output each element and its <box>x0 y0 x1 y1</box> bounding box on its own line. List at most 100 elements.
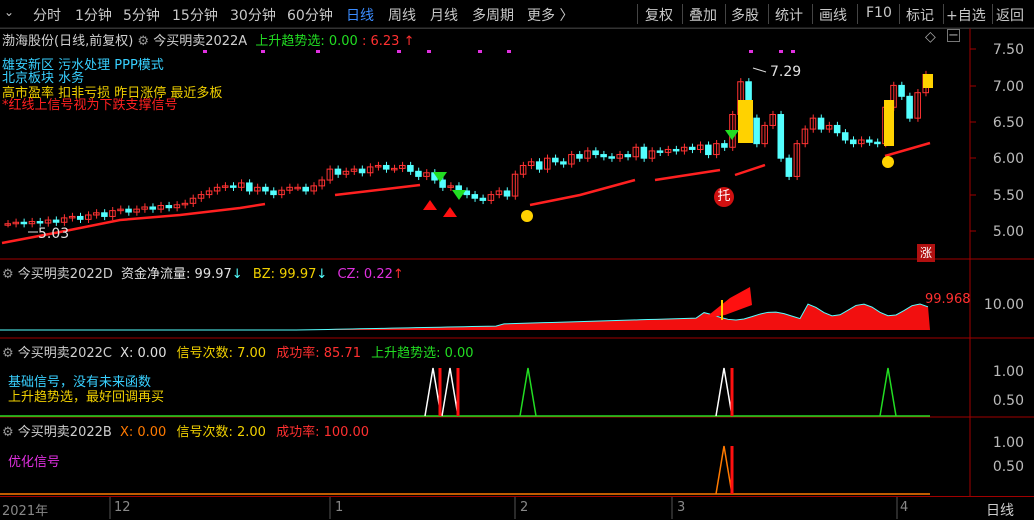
candle-body <box>874 141 881 145</box>
support-line <box>529 178 636 207</box>
candle-body <box>246 182 253 192</box>
time-label-year: 2021年 <box>2 504 49 519</box>
y-tick-700: 7.00 <box>992 79 1024 95</box>
candle-body <box>262 186 269 192</box>
panel-c-note-2: 上升趋势选，最好回调再买 <box>8 390 165 405</box>
highlight-candle <box>738 100 753 143</box>
y-tick-550: 5.50 <box>992 188 1024 204</box>
candle-body <box>101 212 108 217</box>
red-signal-triangle <box>443 207 457 217</box>
candle-body <box>849 139 857 145</box>
panel-b-y-tick-05: 0.50 <box>992 459 1024 475</box>
magenta-dot <box>779 50 783 53</box>
panel-c-trend: 上升趋势选: 0.00 <box>371 346 474 361</box>
diamond-icon[interactable]: ◇ <box>925 29 936 45</box>
low-price-marker: 5.03 <box>38 226 70 242</box>
panel-c-spike <box>441 367 459 417</box>
magenta-dot <box>478 50 482 53</box>
y-tick-650: 6.50 <box>992 115 1024 131</box>
panel-b-indicator[interactable]: 今买明卖2022B <box>18 425 112 440</box>
flow-area <box>0 304 930 330</box>
candle-body <box>503 190 511 197</box>
high-marker-arrow <box>752 67 767 73</box>
candle-body <box>20 221 28 225</box>
candle-body <box>382 164 390 170</box>
y-tick-750: 7.50 <box>992 42 1024 58</box>
candle-body <box>36 221 44 224</box>
period-button-daily[interactable]: 日线 <box>986 500 1014 520</box>
price-value: : 6.23 <box>361 34 400 49</box>
panel-c-indicator[interactable]: 今买明卖2022C <box>18 346 112 361</box>
panel-b-note: 优化信号 <box>8 455 61 470</box>
high-price-marker: 7.29 <box>770 64 802 80</box>
up-arrow-icon: ↑ <box>392 267 404 282</box>
candle-body <box>552 157 559 163</box>
yellow-signal-circle <box>521 210 533 222</box>
candle-body <box>535 161 543 170</box>
candle-body <box>817 117 825 130</box>
magenta-dot <box>791 50 795 53</box>
candle-body <box>407 164 414 172</box>
magenta-dot <box>397 50 401 53</box>
candle-body <box>866 139 873 143</box>
candle-body <box>358 168 366 174</box>
panel-d-header: ⚙ 今买明卖2022D 资金净流量: 99.97↓ BZ: 99.97↓ CZ:… <box>2 263 404 282</box>
candle-body <box>705 144 712 156</box>
down-arrow-icon: ↓ <box>231 267 243 282</box>
main-indicator-name[interactable]: 今买明卖2022A <box>153 34 247 49</box>
candle-body <box>165 205 173 209</box>
panel-d-indicator[interactable]: 今买明卖2022D <box>18 267 113 282</box>
panel-c-y-tick-1: 1.00 <box>992 364 1024 380</box>
panel-d-value-label: 99.968 <box>925 292 971 307</box>
collapse-panel-icon[interactable]: − <box>947 29 960 42</box>
flow-spike <box>705 287 752 318</box>
magenta-dot <box>316 50 320 53</box>
tuo-badge: 托 <box>714 187 734 207</box>
stock-name: 渤海股份(日线,前复权) <box>2 34 134 49</box>
zhang-badge: 涨 <box>917 244 935 262</box>
support-line <box>734 163 766 177</box>
panel-b-success: 成功率: 100.00 <box>276 425 370 440</box>
panel-b-y-tick-1: 1.00 <box>992 435 1024 451</box>
panel-d-gear-icon[interactable]: ⚙ <box>2 267 14 282</box>
concepts-line-4: *红线上信号视为下跌支撑信号 <box>2 98 178 113</box>
panel-b-gear-icon[interactable]: ⚙ <box>2 425 14 440</box>
yellow-signal-circle <box>882 156 894 168</box>
y-tick-500: 5.00 <box>992 224 1024 240</box>
settings-gear-icon[interactable]: ⚙ <box>137 34 149 49</box>
candle-body <box>52 219 60 223</box>
candle-body <box>785 157 793 177</box>
panel-c-header: ⚙ 今买明卖2022C X: 0.00 信号次数: 7.00 成功率: 85.7… <box>2 342 474 361</box>
time-label-12: 12 <box>114 500 131 515</box>
panel-d-y-tick: 10.00 <box>983 297 1024 313</box>
candle-body <box>149 206 156 210</box>
candle-body <box>672 148 680 152</box>
panel-d-bz: BZ: 99.97 <box>252 267 317 282</box>
panel-b-signals: 信号次数: 2.00 <box>176 425 266 440</box>
panel-c-gear-icon[interactable]: ⚙ <box>2 346 14 361</box>
red-signal-triangle <box>423 200 437 210</box>
candle-body <box>600 154 607 158</box>
down-arrow-icon: ↓ <box>316 267 328 282</box>
candle-body <box>560 161 567 165</box>
candle-body <box>125 208 132 213</box>
magenta-dot <box>261 50 265 53</box>
candle-body <box>624 154 632 158</box>
candle-body <box>898 84 905 97</box>
green-signal-triangle <box>725 130 739 140</box>
time-label-1: 1 <box>335 500 344 515</box>
chart-canvas <box>0 27 1034 519</box>
candle-body <box>753 117 760 145</box>
candle-body <box>777 114 785 159</box>
panel-d-cz: CZ: 0.22 <box>337 267 393 282</box>
panel-c-x: X: 0.00 <box>120 346 167 361</box>
candle-body <box>576 154 583 159</box>
time-label-2: 2 <box>520 500 529 515</box>
panel-c-success: 成功率: 85.71 <box>276 346 361 361</box>
candle-body <box>76 215 84 220</box>
candle-body <box>592 150 599 156</box>
candle-body <box>906 95 913 119</box>
candle-body <box>841 132 849 141</box>
candle-body <box>656 150 664 153</box>
magenta-dot <box>427 50 431 53</box>
